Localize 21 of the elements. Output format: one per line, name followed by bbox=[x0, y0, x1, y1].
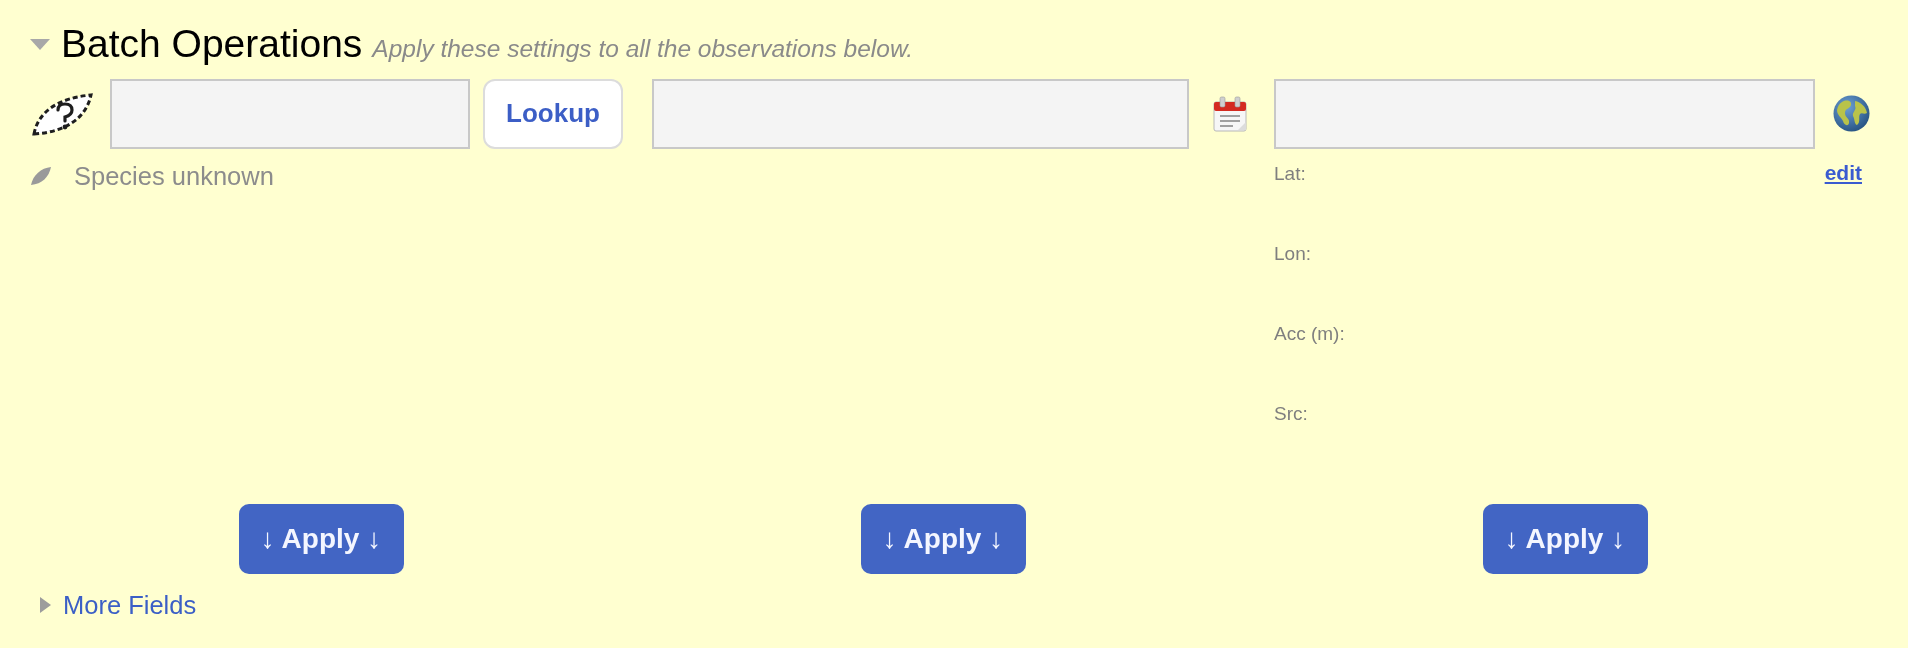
more-fields-link[interactable]: More Fields bbox=[63, 589, 197, 620]
apply-button[interactable]: ↓ Apply ↓ bbox=[238, 503, 404, 574]
calendar-icon[interactable] bbox=[1213, 95, 1247, 132]
species-field[interactable] bbox=[110, 78, 470, 149]
place-field[interactable] bbox=[1274, 78, 1815, 149]
disclosure-triangle-icon[interactable] bbox=[30, 38, 50, 50]
apply-button[interactable]: ↓ Apply ↓ bbox=[860, 503, 1026, 574]
coordinate-label: Lat: bbox=[1274, 161, 1307, 186]
leaf-icon bbox=[30, 165, 52, 186]
disclosure-triangle-icon[interactable] bbox=[40, 596, 51, 613]
species-status: Species unknown bbox=[74, 160, 274, 191]
coordinate-label: Lon: bbox=[1274, 241, 1312, 266]
date-field[interactable] bbox=[652, 78, 1189, 149]
section-title: Batch Operations bbox=[61, 21, 363, 67]
coordinate-label: Src: bbox=[1274, 401, 1309, 426]
globe-icon[interactable] bbox=[1833, 95, 1870, 133]
section-subtitle: Apply these settings to all the observations below. bbox=[372, 34, 914, 64]
apply-button[interactable]: ↓ Apply ↓ bbox=[1482, 503, 1648, 574]
edit-link[interactable]: edit bbox=[1824, 161, 1862, 184]
coordinate-label: Acc (m): bbox=[1274, 321, 1345, 346]
lookup-button[interactable]: Lookup bbox=[483, 78, 623, 149]
